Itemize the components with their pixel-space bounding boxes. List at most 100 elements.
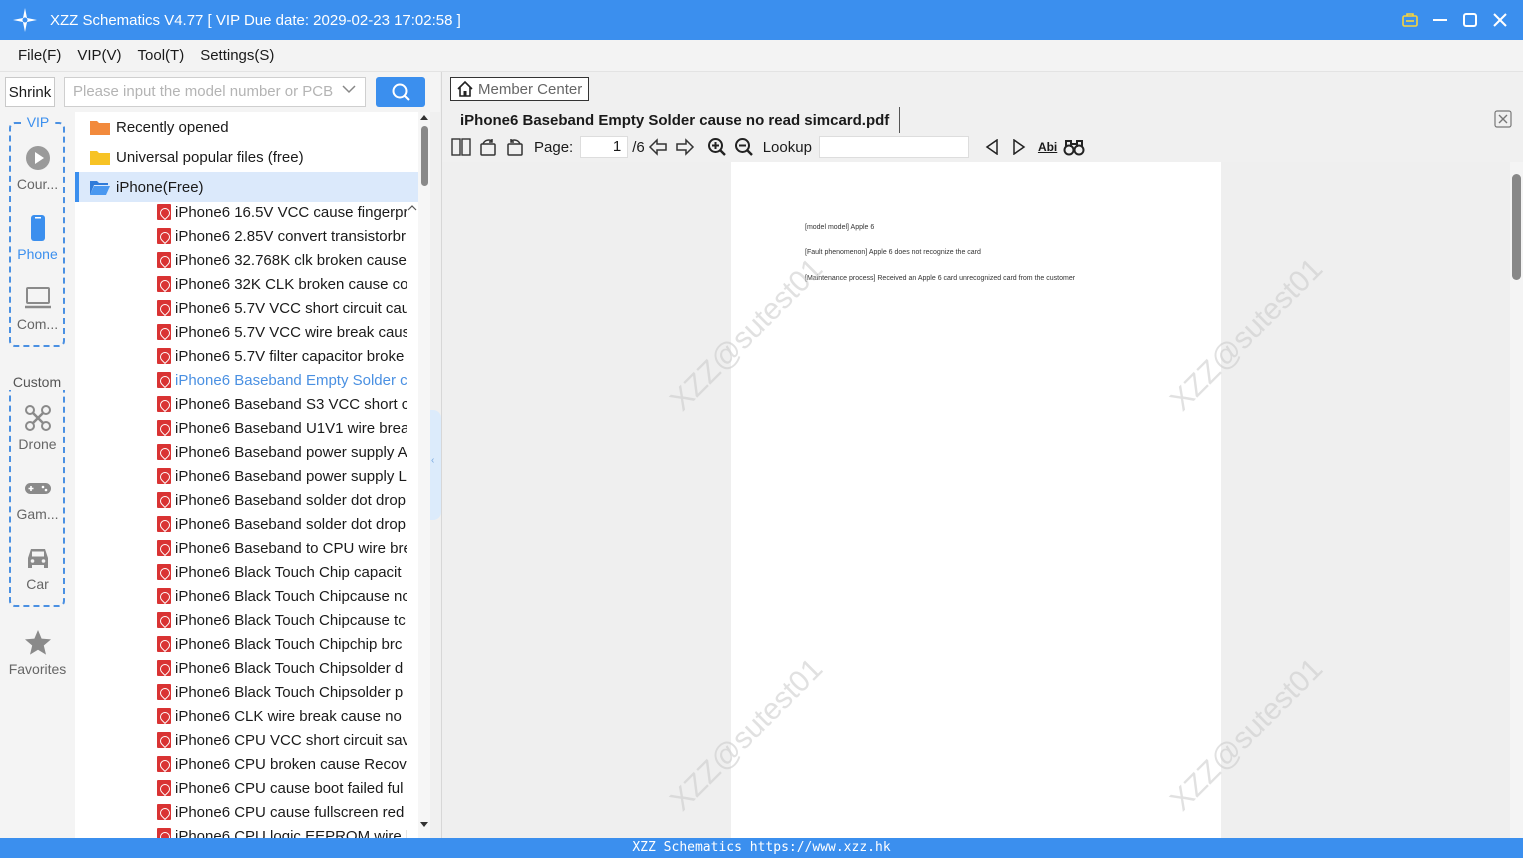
pdf-icon [157, 204, 171, 220]
menu-settings[interactable]: Settings(S) [200, 47, 274, 64]
next-page-icon[interactable] [674, 136, 696, 158]
file-item[interactable]: iPhone6 5.7V VCC short circuit cau [157, 296, 407, 320]
file-item[interactable]: iPhone6 Baseband power supply A [157, 440, 407, 464]
find-previous-icon[interactable] [981, 136, 1003, 158]
menu-vip[interactable]: VIP(V) [77, 47, 121, 64]
pdf-icon [157, 588, 171, 604]
file-item[interactable]: iPhone6 5.7V VCC wire break caus [157, 320, 407, 344]
file-item[interactable]: iPhone6 CPU VCC short circuit save [157, 728, 407, 752]
scroll-down-icon[interactable] [420, 822, 428, 828]
file-item[interactable]: iPhone6 Baseband to CPU wire bre [157, 536, 407, 560]
pdf-icon [157, 276, 171, 292]
pdf-icon [157, 348, 171, 364]
menu-file[interactable]: File(F) [18, 47, 61, 64]
panel-collapse-handle[interactable]: ‹ [430, 410, 441, 520]
search-input[interactable]: Please input the model number or PCB [64, 77, 366, 107]
pdf-icon [157, 660, 171, 676]
chevron-left-icon: ‹ [431, 455, 435, 466]
member-center-button[interactable]: Member Center [450, 77, 589, 101]
menu-bar: File(F) VIP(V) Tool(T) Settings(S) [0, 40, 1523, 72]
folder-universal-popular[interactable]: Universal popular files (free) [75, 142, 418, 172]
search-button[interactable] [376, 77, 425, 107]
nav-item-car[interactable]: Car [0, 544, 75, 592]
file-name: iPhone6 CPU cause boot failed ful [175, 779, 404, 797]
lookup-input[interactable] [818, 136, 969, 158]
nav-item-phone[interactable]: Phone [0, 214, 75, 262]
file-item[interactable]: iPhone6 32.768K clk broken cause [157, 248, 407, 272]
file-item[interactable]: iPhone6 16.5V VCC cause fingerpri [157, 200, 407, 224]
zoom-out-icon[interactable] [733, 136, 755, 158]
close-tab-icon[interactable] [1494, 110, 1512, 128]
document-tab[interactable]: iPhone6 Baseband Empty Solder cause no r… [450, 107, 901, 133]
find-next-icon[interactable] [1008, 136, 1030, 158]
zoom-in-icon[interactable] [706, 136, 728, 158]
pdf-icon [157, 540, 171, 556]
file-name: iPhone6 Baseband to CPU wire bre [175, 539, 407, 557]
doc-line: [model model] Apple 6 [805, 224, 875, 231]
file-item[interactable]: iPhone6 CLK wire break cause no [157, 704, 407, 728]
previous-page-icon[interactable] [647, 136, 669, 158]
folder-recently-opened[interactable]: Recently opened [75, 112, 418, 142]
left-nav: VIP Cour... Phone Com... Custom Drone Ga… [0, 112, 75, 838]
file-name: iPhone6 Baseband S3 VCC short ci [175, 395, 407, 413]
nav-item-favorites[interactable]: Favorites [0, 629, 75, 677]
nav-item-courses[interactable]: Cour... [0, 144, 75, 192]
nav-item-games[interactable]: Gam... [0, 474, 75, 522]
file-item[interactable]: iPhone6 Black Touch Chipcause nc [157, 584, 407, 608]
file-item[interactable]: iPhone6 Baseband power supply L [157, 464, 407, 488]
maximize-icon[interactable] [1455, 5, 1485, 35]
folder-open-icon [90, 181, 110, 195]
file-item[interactable]: iPhone6 CPU cause fullscreen red ; [157, 800, 407, 824]
viewer-scroll-thumb[interactable] [1512, 174, 1521, 280]
binoculars-icon[interactable] [1063, 136, 1085, 158]
drone-icon [24, 405, 51, 431]
pdf-icon [157, 396, 171, 412]
pdf-icon [157, 492, 171, 508]
nav-item-favorites-label: Favorites [8, 661, 67, 677]
pdf-icon [157, 252, 171, 268]
file-item[interactable]: iPhone6 Baseband Empty Solder c [157, 368, 407, 392]
car-icon [27, 549, 48, 568]
file-item[interactable]: iPhone6 Black Touch Chipsolder d [157, 656, 407, 680]
nav-item-computer[interactable]: Com... [0, 284, 75, 332]
file-item[interactable]: iPhone6 CPU logic EEPROM wire b [157, 824, 407, 838]
two-page-view-icon[interactable] [450, 136, 472, 158]
file-item[interactable]: iPhone6 Baseband solder dot drop [157, 512, 407, 536]
viewer-scrollbar[interactable] [1510, 162, 1523, 838]
rotate-right-icon[interactable] [504, 136, 526, 158]
match-case-toggle[interactable]: Abi [1038, 140, 1057, 154]
chevron-up-icon[interactable] [407, 204, 417, 212]
rotate-left-icon[interactable] [477, 136, 499, 158]
close-icon[interactable] [1485, 5, 1515, 35]
file-name: iPhone6 16.5V VCC cause fingerpri [175, 203, 407, 221]
shrink-button[interactable]: Shrink [5, 77, 55, 107]
file-item[interactable]: iPhone6 32K CLK broken cause coi [157, 272, 407, 296]
doc-line: [Maintenance process] Received an Apple … [805, 275, 1076, 282]
file-item[interactable]: iPhone6 2.85V convert transistorbr [157, 224, 407, 248]
minimize-icon[interactable] [1425, 5, 1455, 35]
folder-iphone-free[interactable]: iPhone(Free) [75, 172, 418, 202]
scroll-up-icon[interactable] [420, 114, 428, 120]
file-item[interactable]: iPhone6 Black Touch Chipchip brc [157, 632, 407, 656]
file-item[interactable]: iPhone6 Baseband solder dot drop [157, 488, 407, 512]
file-name: iPhone6 CPU VCC short circuit save [175, 731, 407, 749]
nav-item-drone[interactable]: Drone [0, 404, 75, 452]
document-viewer[interactable]: [model model] Apple 6 [Fault phenomenon]… [442, 162, 1510, 838]
menu-tool[interactable]: Tool(T) [138, 47, 185, 64]
file-item[interactable]: iPhone6 Black Touch Chipsolder p [157, 680, 407, 704]
tree-scrollbar[interactable] [418, 112, 430, 838]
file-item[interactable]: iPhone6 Black Touch Chip capacit [157, 560, 407, 584]
tree-scroll-thumb[interactable] [421, 126, 428, 186]
file-item[interactable]: iPhone6 Baseband U1V1 wire brea [157, 416, 407, 440]
file-name: iPhone6 Black Touch Chipsolder p [175, 683, 404, 701]
vip-badge-icon[interactable] [1395, 5, 1425, 35]
chevron-down-icon[interactable] [342, 84, 356, 94]
file-item[interactable]: iPhone6 5.7V filter capacitor broke [157, 344, 407, 368]
page-total: /6 [632, 138, 645, 156]
file-item[interactable]: iPhone6 CPU cause boot failed ful [157, 776, 407, 800]
file-item[interactable]: iPhone6 CPU broken cause Recove [157, 752, 407, 776]
page-number-input[interactable]: 1 [580, 136, 629, 158]
file-tree: Recently opened Universal popular files … [75, 112, 418, 838]
file-item[interactable]: iPhone6 Black Touch Chipcause tc [157, 608, 407, 632]
file-item[interactable]: iPhone6 Baseband S3 VCC short ci [157, 392, 407, 416]
